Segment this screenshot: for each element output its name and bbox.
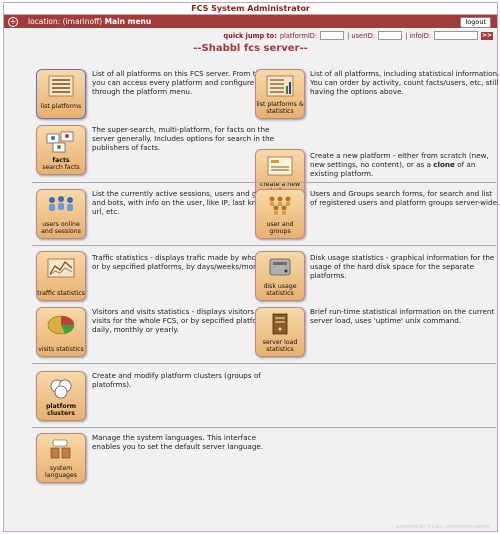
system-languages-button[interactable]: system languages — [36, 433, 86, 483]
user-id-input[interactable] — [378, 31, 403, 40]
list-platforms-desc: List of all platforms on this FCS server… — [92, 69, 279, 96]
divider — [32, 427, 496, 428]
pie-chart-icon — [47, 315, 75, 335]
system-languages-desc: Manage the system languages. This interf… — [92, 433, 264, 451]
visits-stats-button[interactable]: visits statistics — [36, 307, 86, 357]
users-online-label: users online and sessions — [41, 221, 81, 235]
list-platforms-stats-button[interactable]: list platforms & statistics — [255, 69, 305, 119]
search-facts-label-bottom: search facts — [42, 164, 80, 171]
traffic-stats-button[interactable]: traffic statistics — [36, 251, 86, 301]
disk-usage-button[interactable]: disk usage statistics — [255, 251, 305, 301]
footer-text: powered by fcs.bg: community server — [396, 524, 491, 530]
go-button[interactable]: >> — [481, 31, 493, 40]
traffic-chart-icon — [47, 258, 75, 278]
create-platform-desc-bold: clone — [433, 160, 455, 169]
clusters-icon — [50, 379, 72, 399]
location-text: location: (imarinoff) Main menu — [28, 15, 151, 28]
search-facts-label-top: facts — [52, 157, 70, 164]
create-platform-desc: Create a new platform - either from scra… — [310, 151, 500, 178]
languages-icon — [50, 439, 71, 459]
location-prefix: location: (imarinoff) — [28, 17, 103, 26]
disk-usage-desc: Disk usage statistics - graphical inform… — [310, 253, 495, 280]
users-online-desc: List the currently active sessions, user… — [92, 189, 275, 216]
list-platforms-label: list platforms — [40, 103, 82, 110]
table-chart-icon — [266, 75, 294, 97]
list-icon — [48, 75, 74, 97]
platform-clusters-label: platform clusters — [45, 403, 77, 417]
server-load-desc: Brief run-time statistical information o… — [310, 307, 495, 325]
facts-cards-icon — [46, 131, 74, 153]
server-load-label: server load statistics — [262, 339, 298, 353]
logout-button[interactable]: logout — [460, 16, 491, 28]
platform-clusters-desc: Create and modify platform clusters (gro… — [92, 371, 261, 389]
user-groups-icon — [269, 196, 291, 215]
search-facts-button[interactable]: facts search facts — [36, 125, 86, 175]
main-content: quick jump to: platformID: | userID: | i… — [4, 29, 500, 531]
server-load-button[interactable]: server load statistics — [255, 307, 305, 357]
user-groups-label: user and groups — [266, 221, 294, 235]
system-languages-label: system languages — [44, 465, 78, 479]
divider — [32, 363, 496, 364]
divider — [32, 245, 496, 246]
quick-jump-label: quick jump to: — [223, 31, 277, 40]
visits-stats-desc: Visitors and visits statistics - display… — [92, 307, 273, 334]
user-id-label: | userID: — [347, 31, 376, 40]
admin-window: FCS System Administrator + location: (im… — [3, 2, 500, 532]
divider — [32, 182, 496, 183]
platform-clusters-button[interactable]: platform clusters — [36, 371, 86, 421]
info-id-input[interactable] — [434, 31, 478, 40]
platform-id-label: platformID: — [279, 31, 318, 40]
traffic-stats-desc: Traffic statistics - displays trafic mad… — [92, 253, 281, 271]
expand-icon[interactable]: + — [8, 17, 18, 27]
list-platforms-button[interactable]: list platforms — [36, 69, 86, 119]
visits-stats-label: visits statistics — [38, 346, 84, 353]
window-title: FCS System Administrator — [4, 3, 497, 15]
disk-usage-label: disk usage statistics — [263, 283, 297, 297]
user-groups-desc: Users and Groups search forms, for searc… — [310, 189, 500, 207]
location-bar: + location: (imarinoff) Main menu logout — [4, 15, 497, 28]
search-facts-desc: The super-search, multi-platform, for fa… — [92, 125, 275, 152]
user-groups-button[interactable]: user and groups — [255, 189, 305, 239]
info-id-label: | infoID: — [405, 31, 431, 40]
list-platforms-stats-desc: List of all platforms, including statist… — [310, 69, 500, 96]
server-icon — [272, 313, 288, 335]
disk-icon — [269, 258, 291, 276]
list-platforms-stats-label: list platforms & statistics — [256, 101, 304, 115]
location-page: Main menu — [104, 17, 152, 26]
page-heading: --Shabbl fcs server-- — [193, 43, 308, 54]
users-online-button[interactable]: users online and sessions — [36, 189, 86, 239]
traffic-stats-label: traffic statistics — [37, 290, 85, 297]
platform-id-input[interactable] — [320, 31, 345, 40]
new-platform-icon — [267, 156, 293, 176]
quick-jump: quick jump to: platformID: | userID: | i… — [223, 31, 493, 40]
users-online-icon — [49, 196, 73, 211]
